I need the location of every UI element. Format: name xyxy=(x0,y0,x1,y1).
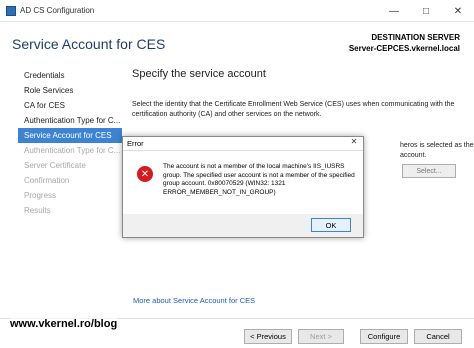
destination-server-info: DESTINATION SERVER Server-CEPCES.vkernel… xyxy=(349,32,460,54)
close-button[interactable]: ✕ xyxy=(442,0,474,22)
dialog-body: ✕ The account is not a member of the loc… xyxy=(123,152,363,214)
section-title: Specify the service account xyxy=(132,68,266,80)
dialog-close-button[interactable]: ✕ xyxy=(347,137,361,146)
destination-server-name: Server-CEPCES.vkernel.local xyxy=(348,44,460,53)
page-title: Service Account for CES xyxy=(12,36,166,52)
section-description: Select the identity that the Certificate… xyxy=(132,101,455,118)
nav-item-confirmation: Confirmation xyxy=(24,176,70,185)
dialog-footer: OK xyxy=(123,214,363,237)
error-message: The account is not a member of the local… xyxy=(163,163,355,196)
nav-item-service-account[interactable]: Service Account for CES xyxy=(18,128,122,143)
more-info-link[interactable]: More about Service Account for CES xyxy=(133,296,255,305)
main-content: Specify the service account Select the i… xyxy=(132,68,462,120)
partial-option-line-2: account. xyxy=(400,152,427,159)
error-dialog: Error ✕ ✕ The account is not a member of… xyxy=(122,136,364,238)
destination-label: DESTINATION SERVER xyxy=(371,33,460,42)
nav-item-progress: Progress xyxy=(24,191,57,200)
dialog-title: Error xyxy=(123,137,363,151)
cancel-button[interactable]: Cancel xyxy=(414,329,462,344)
window-title: AD CS Configuration xyxy=(20,6,95,15)
select-account-button[interactable]: Select... xyxy=(402,164,456,178)
configure-button[interactable]: Configure xyxy=(360,329,408,344)
maximize-button[interactable]: □ xyxy=(410,0,442,22)
window-controls: — □ ✕ xyxy=(378,0,474,22)
minimize-button[interactable]: — xyxy=(378,0,410,22)
nav-item-authentication-type-2: Authentication Type for C... xyxy=(24,146,121,155)
nav-item-results: Results xyxy=(24,206,51,215)
previous-button[interactable]: < Previous xyxy=(244,329,292,344)
next-button: Next > xyxy=(298,329,344,344)
nav-item-ca-for-ces[interactable]: CA for CES xyxy=(18,98,122,113)
nav-item-authentication-type[interactable]: Authentication Type for C... xyxy=(18,113,122,128)
title-bar: AD CS Configuration — □ ✕ xyxy=(0,0,474,22)
app-icon xyxy=(6,5,16,16)
partial-option-text: heros is selected as the account. xyxy=(400,141,474,161)
watermark-text: www.vkernel.ro/blog xyxy=(10,318,118,330)
ok-button[interactable]: OK xyxy=(311,218,351,232)
wizard-nav: Credentials Role Services CA for CES Aut… xyxy=(18,68,122,218)
nav-item-server-certificate: Server Certificate xyxy=(24,161,86,170)
nav-item-role-services[interactable]: Role Services xyxy=(18,83,122,98)
partial-option-line-1: heros is selected as the xyxy=(400,142,474,149)
nav-item-credentials[interactable]: Credentials xyxy=(18,68,122,83)
error-icon: ✕ xyxy=(137,166,153,182)
